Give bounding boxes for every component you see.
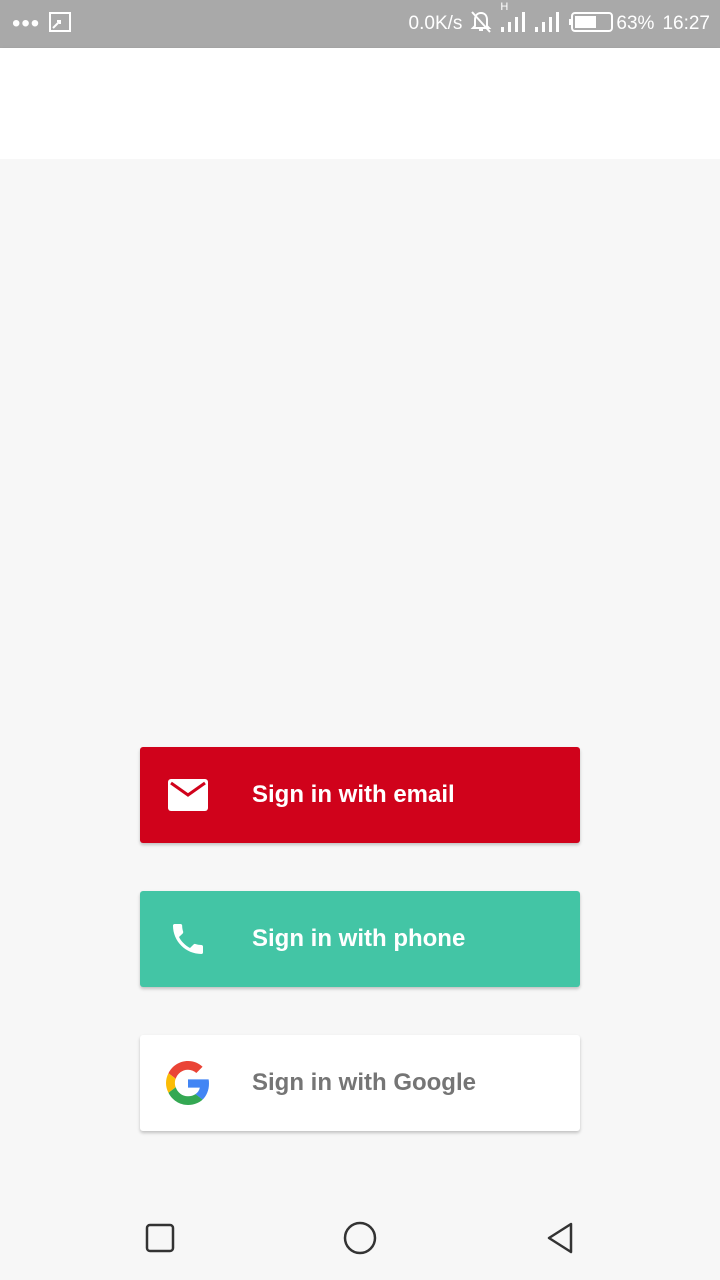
sign-in-google-label: Sign in with Google (252, 1069, 476, 1096)
sign-in-content: Sign in with email Sign in with phone Si… (0, 159, 720, 1200)
sign-in-email-label: Sign in with email (252, 781, 455, 808)
more-dots-icon: ••• (12, 10, 41, 37)
phone-icon (164, 915, 212, 963)
recent-apps-icon (145, 1223, 175, 1258)
status-bar: ••• 0.0K/s H 63% 16:27 (0, 0, 720, 48)
screencast-icon (48, 11, 72, 38)
signal-icon (534, 11, 560, 38)
signal-icon: H (500, 1, 526, 38)
home-icon (343, 1221, 377, 1260)
back-button[interactable] (536, 1216, 584, 1264)
sign-in-google-button[interactable]: Sign in with Google (140, 1035, 580, 1131)
google-icon (164, 1059, 212, 1107)
recent-apps-button[interactable] (136, 1216, 184, 1264)
clock: 16:27 (662, 13, 710, 34)
mail-icon (164, 771, 212, 819)
back-icon (545, 1221, 575, 1260)
network-speed: 0.0K/s (408, 13, 463, 34)
navigation-bar (0, 1200, 720, 1280)
app-bar (0, 48, 720, 159)
network-type: H (500, 0, 509, 13)
status-bar-right: 0.0K/s H 63% 16:27 (401, 1, 710, 39)
sign-in-phone-label: Sign in with phone (252, 925, 466, 952)
battery-icon (568, 11, 614, 38)
notifications-off-icon (470, 10, 492, 39)
sign-in-phone-button[interactable]: Sign in with phone (140, 891, 580, 987)
battery-percent: 63% (616, 13, 655, 34)
home-button[interactable] (336, 1216, 384, 1264)
status-bar-left: ••• (12, 11, 80, 38)
sign-in-email-button[interactable]: Sign in with email (140, 747, 580, 843)
